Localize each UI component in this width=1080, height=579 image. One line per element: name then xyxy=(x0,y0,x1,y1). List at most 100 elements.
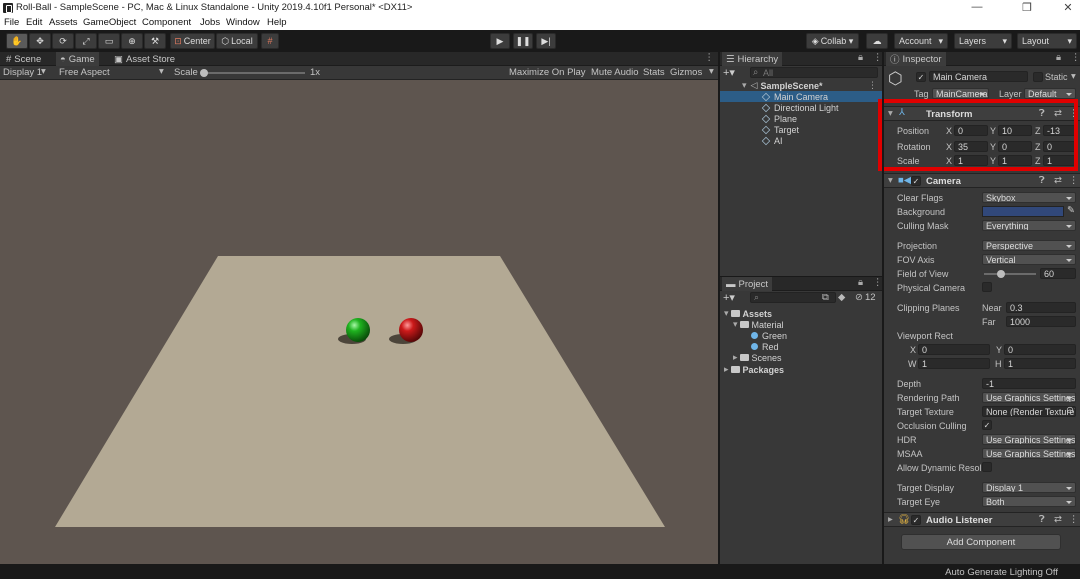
minimize-button[interactable]: — xyxy=(970,1,984,13)
asset-row-red[interactable]: Red xyxy=(751,341,779,352)
target-eye-dropdown[interactable]: Both xyxy=(982,496,1076,507)
tab-asset-store[interactable]: ▣ Asset Store xyxy=(110,52,179,66)
asset-row-green[interactable]: Green xyxy=(751,330,787,341)
scale-slider-track[interactable] xyxy=(203,72,305,74)
panel-divider[interactable] xyxy=(882,52,884,564)
audio-listener-header[interactable]: ▸ 🎧︎ ✓ Audio Listener ❓︎ ⇄ ⋮ xyxy=(884,512,1080,527)
panel-menu-icon[interactable]: ⋮ xyxy=(1071,52,1080,63)
folder-row-assets[interactable]: ▾ Assets xyxy=(724,308,772,319)
culling-mask-dropdown[interactable]: Everything xyxy=(982,220,1076,231)
fov-slider-track[interactable] xyxy=(984,273,1036,275)
viewport-y-field[interactable]: 0 xyxy=(1004,344,1076,355)
menu-gameobject[interactable]: GameObject xyxy=(83,17,136,28)
component-menu-icon[interactable]: ⋮ xyxy=(1069,514,1079,525)
folder-row-scenes[interactable]: ▸ Scenes xyxy=(733,352,782,363)
add-component-button[interactable]: Add Component xyxy=(901,534,1061,550)
layers-dropdown[interactable]: Layers ▾ xyxy=(954,33,1012,49)
scale-slider-handle[interactable] xyxy=(200,69,208,77)
transform-tool-button[interactable]: ⊕ xyxy=(121,33,143,49)
panel-divider[interactable] xyxy=(718,52,720,564)
active-checkbox[interactable]: ✓ xyxy=(916,72,926,82)
audio-listener-checkbox[interactable]: ✓ xyxy=(911,515,921,525)
fov-slider-handle[interactable] xyxy=(997,270,1006,278)
folder-row-material[interactable]: ▾ Material xyxy=(733,319,784,330)
component-menu-icon[interactable]: ⋮ xyxy=(1069,175,1079,186)
hierarchy-item[interactable]: Target xyxy=(720,124,882,135)
custom-tool-button[interactable]: ⚒ xyxy=(144,33,166,49)
tab-game[interactable]: ◓ Game xyxy=(56,52,99,66)
help-icon[interactable]: ❓︎ xyxy=(1039,514,1045,525)
layer-dropdown[interactable]: Default xyxy=(1024,88,1076,99)
pause-button[interactable]: ❚❚ xyxy=(513,33,533,49)
preset-icon[interactable]: ⇄ xyxy=(1054,514,1062,525)
aspect-dropdown[interactable]: Free Aspect xyxy=(59,67,110,78)
occlusion-culling-checkbox[interactable]: ✓ xyxy=(982,420,992,430)
eyedropper-icon[interactable]: ✎ xyxy=(1067,205,1075,216)
viewport-h-field[interactable]: 1 xyxy=(1004,358,1076,369)
hierarchy-item[interactable]: Main Camera xyxy=(720,91,882,102)
filter-type-icon[interactable]: ⧉ xyxy=(822,292,829,303)
fov-field[interactable]: 60 xyxy=(1040,268,1076,279)
tab-project[interactable]: ▬ Project xyxy=(722,277,773,291)
menu-component[interactable]: Component xyxy=(142,17,191,28)
game-view[interactable] xyxy=(0,80,718,564)
object-name-field[interactable]: Main Camera xyxy=(929,71,1028,82)
lock-icon[interactable]: 🔒︎ xyxy=(1056,52,1061,63)
depth-field[interactable]: -1 xyxy=(982,378,1076,389)
fov-axis-dropdown[interactable]: Vertical xyxy=(982,254,1076,265)
tag-dropdown[interactable]: MainCamera xyxy=(932,88,989,99)
physical-camera-checkbox[interactable] xyxy=(982,282,992,292)
move-tool-button[interactable]: ✥ xyxy=(29,33,51,49)
near-field[interactable]: 0.3 xyxy=(1006,302,1076,313)
rotate-tool-button[interactable]: ⟳ xyxy=(52,33,74,49)
background-color-swatch[interactable] xyxy=(982,206,1064,217)
create-button[interactable]: +▾ xyxy=(723,66,735,79)
lock-icon[interactable]: 🔒︎ xyxy=(858,52,863,63)
filter-label-icon[interactable]: ◆ xyxy=(838,292,845,303)
create-asset-button[interactable]: +▾ xyxy=(723,291,735,304)
panel-divider[interactable] xyxy=(720,276,882,277)
menu-window[interactable]: Window xyxy=(226,17,260,28)
display-dropdown[interactable]: Display 1 xyxy=(3,67,42,78)
hierarchy-item[interactable]: Directional Light xyxy=(720,102,882,113)
hierarchy-search-input[interactable]: All xyxy=(750,67,878,78)
hdr-dropdown[interactable]: Use Graphics Settings xyxy=(982,434,1076,445)
lock-icon[interactable]: 🔒︎ xyxy=(858,277,863,288)
panel-menu-icon[interactable]: ⋮ xyxy=(705,52,715,63)
hidden-packages-icon[interactable]: ⊘ xyxy=(855,292,863,303)
hierarchy-item[interactable]: AI xyxy=(720,135,882,146)
scene-menu-icon[interactable]: ⋮ xyxy=(868,80,877,91)
maximize-button[interactable]: ❐ xyxy=(1020,1,1034,14)
collab-button[interactable]: ◈ Collab ▾ xyxy=(806,33,859,49)
static-checkbox[interactable] xyxy=(1033,72,1043,82)
rect-tool-button[interactable]: ▭ xyxy=(98,33,120,49)
help-icon[interactable]: ❓︎ xyxy=(1039,175,1045,186)
menu-assets[interactable]: Assets xyxy=(49,17,78,28)
object-picker-icon[interactable]: ⊙ xyxy=(1066,405,1074,416)
rendering-path-dropdown[interactable]: Use Graphics Settings xyxy=(982,392,1076,403)
scene-row[interactable]: ▾ ◁ SampleScene* ⋮ xyxy=(720,80,882,91)
grid-snap-button[interactable]: # xyxy=(261,33,279,49)
msaa-dropdown[interactable]: Use Graphics Settings xyxy=(982,448,1076,459)
play-button[interactable]: ▶ xyxy=(490,33,510,49)
dynamic-resolution-checkbox[interactable] xyxy=(982,462,992,472)
target-display-dropdown[interactable]: Display 1 xyxy=(982,482,1076,493)
mute-audio-toggle[interactable]: Mute Audio xyxy=(591,67,639,78)
cloud-button[interactable]: ☁ xyxy=(866,33,888,49)
menu-help[interactable]: Help xyxy=(267,17,287,28)
far-field[interactable]: 1000 xyxy=(1006,316,1076,327)
account-dropdown[interactable]: Account ▾ xyxy=(894,33,948,49)
tab-inspector[interactable]: ⓘ Inspector xyxy=(886,52,946,66)
folder-row-packages[interactable]: ▸ Packages xyxy=(724,364,784,375)
hierarchy-item[interactable]: Plane xyxy=(720,113,882,124)
maximize-on-play-toggle[interactable]: Maximize On Play xyxy=(509,67,586,78)
viewport-x-field[interactable]: 0 xyxy=(918,344,990,355)
step-button[interactable]: ▶| xyxy=(536,33,556,49)
camera-header[interactable]: ▾ ■◀ ✓ Camera ❓︎ ⇄ ⋮ xyxy=(884,173,1080,188)
layout-dropdown[interactable]: Layout ▾ xyxy=(1017,33,1077,49)
gizmos-toggle[interactable]: Gizmos xyxy=(670,67,702,78)
target-texture-field[interactable]: None (Render Texture) xyxy=(982,406,1076,417)
pivot-local-button[interactable]: ⬡ Local xyxy=(216,33,258,49)
camera-enabled-checkbox[interactable]: ✓ xyxy=(911,176,921,186)
hand-tool-button[interactable]: ✋ xyxy=(6,33,28,49)
